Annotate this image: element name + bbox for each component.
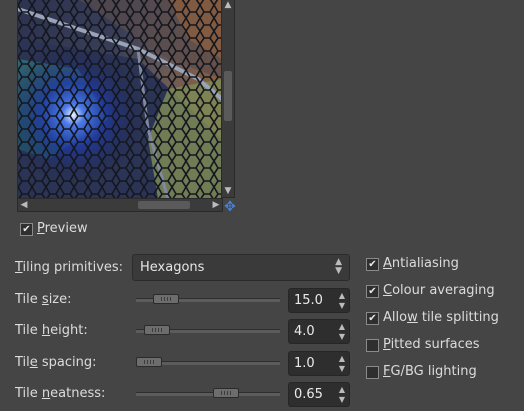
tiling-primitives-value: Hexagons bbox=[140, 260, 205, 275]
tile-spacing-spinbox[interactable]: 1.0 ▲ ▼ bbox=[288, 351, 350, 376]
allow-tile-splitting-label[interactable]: Allow tile splitting bbox=[383, 310, 499, 325]
tile-size-value: 15.0 bbox=[294, 293, 323, 308]
colour-averaging-label[interactable]: Colour averaging bbox=[383, 283, 495, 298]
preview-horizontal-scrollbar[interactable]: ◀ ▶ bbox=[17, 198, 223, 212]
spin-arrows-icon[interactable]: ▲ ▼ bbox=[337, 354, 347, 374]
colour-averaging-checkbox[interactable]: ✔ bbox=[366, 285, 379, 298]
tile-neatness-slider-handle[interactable] bbox=[212, 388, 239, 398]
horizontal-scroll-thumb[interactable] bbox=[138, 201, 190, 209]
label-part: olour averaging bbox=[392, 283, 495, 298]
tiling-primitives-label: Tiling primitives: bbox=[15, 260, 123, 275]
label-part: Tile bbox=[15, 386, 42, 401]
preview-mnemonic: P bbox=[37, 221, 45, 236]
label-part: Tile bbox=[15, 323, 42, 338]
antialiasing-label[interactable]: Antialiasing bbox=[383, 256, 459, 271]
preview-checkbox[interactable]: ✔ bbox=[20, 223, 33, 236]
label-part: Tile bbox=[15, 292, 42, 307]
label-part: tile splitting bbox=[417, 310, 499, 325]
spin-arrows-icon[interactable]: ▲ ▼ bbox=[337, 322, 347, 342]
tile-size-slider-handle[interactable] bbox=[152, 294, 179, 304]
checkmark-icon: ✔ bbox=[22, 224, 31, 235]
label-part: eatness: bbox=[50, 386, 106, 401]
label-part: ntialiasing bbox=[391, 256, 459, 271]
label-part: Allo bbox=[383, 310, 408, 325]
tile-height-label: Tile height: bbox=[15, 323, 88, 338]
chevron-up-icon[interactable]: ▲ bbox=[222, 0, 234, 11]
tile-neatness-spinbox[interactable]: 0.65 ▲ ▼ bbox=[288, 382, 350, 407]
label-part: Til bbox=[15, 355, 30, 370]
label-part: G/BG lighting bbox=[390, 364, 477, 379]
checkmark-icon: ✔ bbox=[368, 313, 377, 324]
chevron-down-icon[interactable]: ▼ bbox=[222, 185, 234, 197]
tile-height-spinbox[interactable]: 4.0 ▲ ▼ bbox=[288, 319, 350, 344]
mosaic-preview-canvas bbox=[18, 0, 222, 199]
label-mnemonic: P bbox=[383, 337, 391, 352]
label-part: ize: bbox=[48, 292, 72, 307]
tile-height-value: 4.0 bbox=[294, 324, 315, 339]
label-mnemonic: A bbox=[383, 256, 392, 271]
tile-spacing-slider-handle[interactable] bbox=[136, 357, 162, 367]
label-part: itted surfaces bbox=[390, 337, 480, 352]
label-part: eight: bbox=[50, 323, 88, 338]
label-mnemonic: e bbox=[29, 355, 38, 370]
tile-neatness-slider[interactable] bbox=[136, 392, 280, 396]
tile-neatness-value: 0.65 bbox=[294, 387, 323, 402]
tile-size-spinbox[interactable]: 15.0 ▲ ▼ bbox=[288, 288, 350, 313]
chevron-left-icon[interactable]: ◀ bbox=[18, 199, 30, 211]
label-part: spacing: bbox=[37, 355, 97, 370]
tiling-primitives-combo[interactable]: Hexagons ▲ ▼ bbox=[132, 254, 350, 281]
tile-size-label: Tile size: bbox=[15, 292, 72, 307]
tile-neatness-label: Tile neatness: bbox=[15, 386, 105, 401]
antialiasing-checkbox[interactable]: ✔ bbox=[366, 258, 379, 271]
checkmark-icon: ✔ bbox=[368, 286, 377, 297]
updown-icon: ▲ ▼ bbox=[335, 257, 342, 276]
label-mnemonic: h bbox=[41, 323, 51, 338]
label-mnemonic: s bbox=[41, 292, 49, 307]
tile-spacing-value: 1.0 bbox=[294, 356, 315, 371]
tile-spacing-label: Tile spacing: bbox=[15, 355, 97, 370]
allow-tile-splitting-checkbox[interactable]: ✔ bbox=[366, 312, 379, 325]
checkmark-icon: ✔ bbox=[368, 259, 377, 270]
label-mnemonic: w bbox=[407, 310, 418, 325]
spin-arrows-icon[interactable]: ▲ ▼ bbox=[337, 385, 347, 405]
mosaic-preview-image[interactable] bbox=[17, 0, 223, 200]
pitted-surfaces-label[interactable]: Pitted surfaces bbox=[383, 337, 480, 352]
fg-bg-lighting-checkbox[interactable] bbox=[366, 366, 379, 379]
preview-label-rest: review bbox=[44, 221, 88, 236]
label-mnemonic: C bbox=[383, 283, 393, 298]
chevron-right-icon[interactable]: ▶ bbox=[210, 199, 222, 211]
navigate-icon[interactable]: ✥ bbox=[222, 199, 238, 215]
pitted-surfaces-checkbox[interactable] bbox=[366, 339, 379, 352]
tile-height-slider-handle[interactable] bbox=[144, 325, 171, 335]
preview-checkbox-label[interactable]: Preview bbox=[37, 221, 88, 236]
preview-vertical-scrollbar[interactable]: ▲ ▼ bbox=[221, 0, 235, 198]
tiling-label-rest: iling primitives: bbox=[22, 260, 124, 275]
tiling-mnemonic: T bbox=[15, 260, 23, 275]
spin-arrows-icon[interactable]: ▲ ▼ bbox=[337, 291, 347, 311]
label-mnemonic: n bbox=[41, 386, 51, 401]
fg-bg-lighting-label[interactable]: FG/BG lighting bbox=[383, 364, 477, 379]
vertical-scroll-thumb[interactable] bbox=[224, 71, 232, 121]
